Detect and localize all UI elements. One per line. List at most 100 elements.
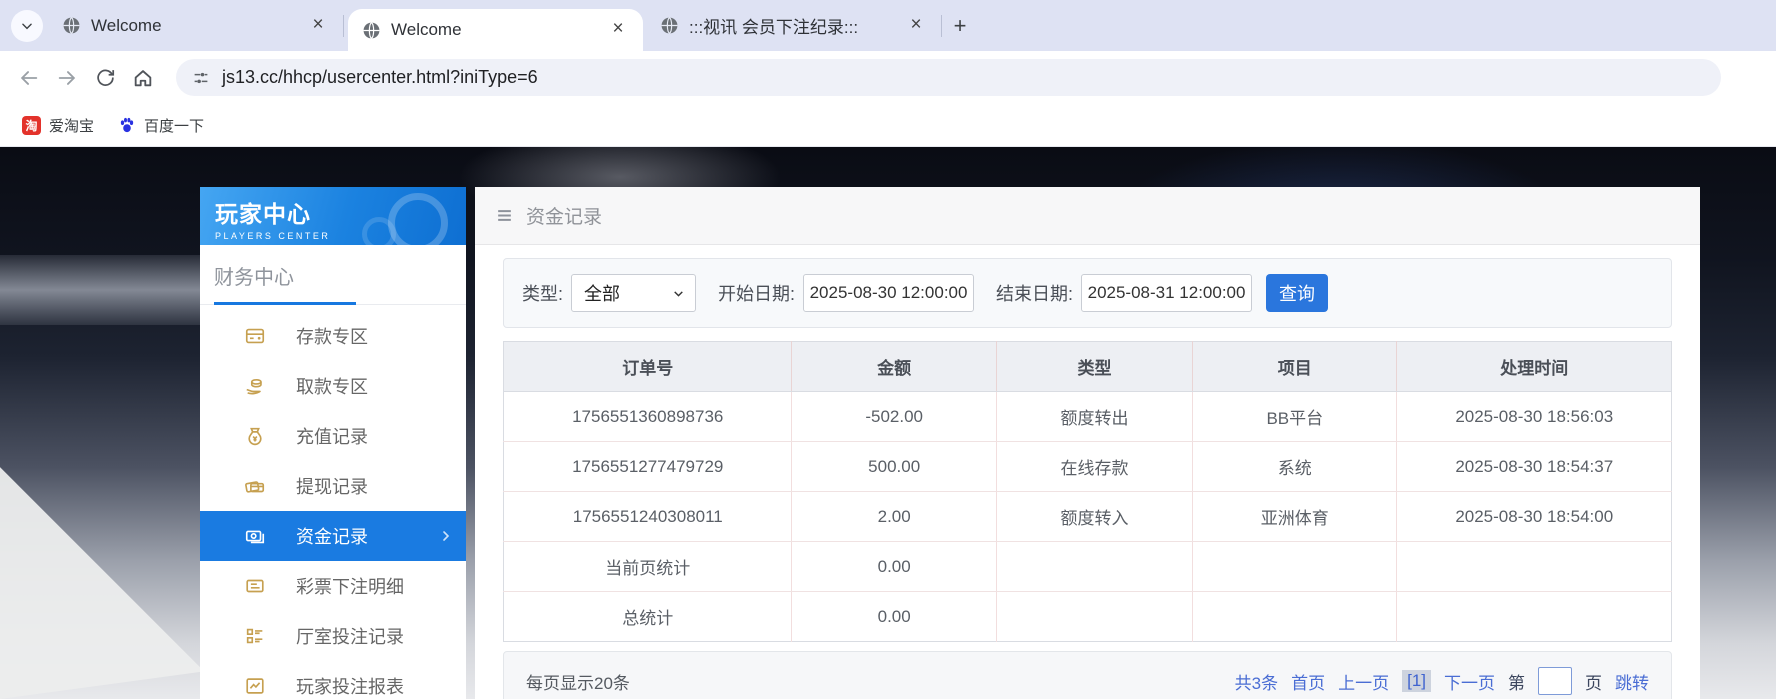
cell-empty bbox=[996, 542, 1192, 592]
taobao-icon: 淘 bbox=[22, 116, 41, 135]
sidebar-item-withdraw-zone[interactable]: 取款专区 bbox=[200, 361, 466, 411]
col-type: 类型 bbox=[996, 342, 1192, 392]
background-band bbox=[0, 255, 200, 325]
next-page-link[interactable]: 下一页 bbox=[1444, 669, 1495, 694]
filter-bar: 类型: 全部 开始日期: 结束日期: 查询 bbox=[503, 258, 1672, 328]
chevron-down-icon bbox=[672, 287, 685, 300]
url-text: js13.cc/hhcp/usercenter.html?iniType=6 bbox=[222, 67, 538, 88]
jump-link[interactable]: 跳转 bbox=[1615, 669, 1649, 694]
cell-amount: 500.00 bbox=[792, 442, 996, 492]
tab-title: :::视讯 会员下注纪录::: bbox=[689, 13, 895, 38]
funds-table: 订单号 金额 类型 项目 处理时间 1756551360898736 -502.… bbox=[503, 341, 1672, 642]
cell-order-id: 1756551240308011 bbox=[504, 492, 792, 542]
chevron-down-icon bbox=[20, 19, 34, 33]
type-label: 类型: bbox=[522, 280, 563, 306]
url-bar[interactable]: js13.cc/hhcp/usercenter.html?iniType=6 bbox=[176, 59, 1721, 96]
cell-label: 当前页统计 bbox=[504, 542, 792, 592]
lottery-icon bbox=[244, 575, 266, 597]
col-order-id: 订单号 bbox=[504, 342, 792, 392]
cell-empty bbox=[1193, 542, 1397, 592]
reload-icon bbox=[95, 67, 116, 88]
sidebar-item-funds-record[interactable]: 资金记录 bbox=[200, 511, 466, 561]
cell-project: BB平台 bbox=[1193, 392, 1397, 442]
sidebar-item-deposit-zone[interactable]: 存款专区 bbox=[200, 311, 466, 361]
baidu-paw-icon bbox=[118, 116, 136, 134]
sidebar-item-player-bet-report[interactable]: 玩家投注报表 bbox=[200, 661, 466, 699]
type-select[interactable]: 全部 bbox=[571, 274, 696, 312]
sidebar-item-label: 存款专区 bbox=[296, 323, 368, 349]
query-button[interactable]: 查询 bbox=[1266, 274, 1328, 312]
tab-search-button[interactable] bbox=[11, 10, 43, 42]
type-select-value: 全部 bbox=[584, 280, 620, 306]
bookmark-taobao[interactable]: 淘 爱淘宝 bbox=[14, 111, 102, 140]
bookmarks-bar: 淘 爱淘宝 百度一下 bbox=[0, 104, 1776, 147]
bookmark-label: 百度一下 bbox=[144, 115, 204, 136]
hamburger-icon bbox=[495, 206, 514, 225]
end-date-input[interactable] bbox=[1081, 274, 1252, 312]
sidebar-item-label: 提现记录 bbox=[296, 473, 368, 499]
cell-label: 总统计 bbox=[504, 592, 792, 642]
browser-tab-strip: Welcome × Welcome × :::视讯 会员下注纪录::: × + bbox=[0, 0, 1776, 51]
hall-icon bbox=[244, 625, 266, 647]
browser-tab-welcome-2-active[interactable]: Welcome × bbox=[348, 9, 643, 51]
cell-amount: -502.00 bbox=[792, 392, 996, 442]
sidebar-header: 玩家中心 PLAYERS CENTER bbox=[200, 187, 466, 245]
sidebar-item-withdrawal-record[interactable]: 提现记录 bbox=[200, 461, 466, 511]
sidebar-item-hall-bet-record[interactable]: 厅室投注记录 bbox=[200, 611, 466, 661]
home-icon bbox=[132, 67, 154, 89]
cell-process-time: 2025-08-30 18:56:03 bbox=[1397, 392, 1672, 442]
forward-button[interactable] bbox=[48, 59, 86, 97]
sidebar-section-title: 财务中心 bbox=[200, 245, 466, 290]
col-amount: 金额 bbox=[792, 342, 996, 392]
cell-type: 在线存款 bbox=[996, 442, 1192, 492]
close-icon[interactable]: × bbox=[607, 19, 629, 41]
new-tab-button[interactable]: + bbox=[946, 12, 974, 40]
sidebar-item-label: 厅室投注记录 bbox=[296, 623, 404, 649]
report-icon bbox=[244, 675, 266, 697]
sidebar-item-lottery-bet-detail[interactable]: 彩票下注明细 bbox=[200, 561, 466, 611]
page-title: 资金记录 bbox=[526, 202, 602, 229]
start-date-input[interactable] bbox=[803, 274, 974, 312]
back-button[interactable] bbox=[10, 59, 48, 97]
page-content: 玩家中心 PLAYERS CENTER 财务中心 存款专区 取款专区 充值记录 … bbox=[0, 147, 1776, 699]
table-row: 1756551360898736 -502.00 额度转出 BB平台 2025-… bbox=[504, 392, 1672, 442]
globe-icon bbox=[362, 21, 381, 40]
sidebar: 玩家中心 PLAYERS CENTER 财务中心 存款专区 取款专区 充值记录 … bbox=[200, 187, 466, 699]
browser-tab-betting-record[interactable]: :::视讯 会员下注纪录::: × bbox=[646, 0, 941, 51]
back-arrow-icon bbox=[18, 67, 40, 89]
cell-type: 额度转入 bbox=[996, 492, 1192, 542]
cell-amount: 2.00 bbox=[792, 492, 996, 542]
funds-icon bbox=[244, 525, 266, 547]
close-icon[interactable]: × bbox=[307, 15, 329, 37]
browser-tab-welcome-1[interactable]: Welcome × bbox=[48, 0, 343, 51]
cell-order-id: 1756551277479729 bbox=[504, 442, 792, 492]
close-icon[interactable]: × bbox=[905, 15, 927, 37]
bookmark-label: 爱淘宝 bbox=[49, 115, 94, 136]
table-row: 1756551240308011 2.00 额度转入 亚洲体育 2025-08-… bbox=[504, 492, 1672, 542]
reload-button[interactable] bbox=[86, 59, 124, 97]
prev-page-link[interactable]: 上一页 bbox=[1338, 669, 1389, 694]
sidebar-section-underline bbox=[200, 302, 466, 305]
sidebar-item-recharge-record[interactable]: 充值记录 bbox=[200, 411, 466, 461]
jump-prefix-label: 第 bbox=[1508, 669, 1525, 694]
cell-process-time: 2025-08-30 18:54:37 bbox=[1397, 442, 1672, 492]
table-row: 1756551277479729 500.00 在线存款 系统 2025-08-… bbox=[504, 442, 1672, 492]
globe-icon bbox=[660, 16, 679, 35]
jump-page-input[interactable] bbox=[1538, 667, 1572, 695]
table-header-row: 订单号 金额 类型 项目 处理时间 bbox=[504, 342, 1672, 392]
total-count: 共3条 bbox=[1235, 669, 1278, 694]
cell-process-time: 2025-08-30 18:54:00 bbox=[1397, 492, 1672, 542]
cell-empty bbox=[1397, 592, 1672, 642]
bookmark-baidu[interactable]: 百度一下 bbox=[110, 111, 212, 140]
globe-icon bbox=[62, 16, 81, 35]
cell-project: 系统 bbox=[1193, 442, 1397, 492]
pagination-bar: 每页显示20条 共3条 首页 上一页 [1] 下一页 第 页 跳转 bbox=[503, 651, 1672, 699]
cell-project: 亚洲体育 bbox=[1193, 492, 1397, 542]
tab-title: Welcome bbox=[391, 20, 597, 40]
withdrawal-record-icon bbox=[244, 475, 266, 497]
cell-type: 额度转出 bbox=[996, 392, 1192, 442]
page-size-text: 每页显示20条 bbox=[526, 669, 630, 694]
first-page-link[interactable]: 首页 bbox=[1291, 669, 1325, 694]
chevron-right-icon bbox=[438, 525, 454, 547]
home-button[interactable] bbox=[124, 59, 162, 97]
